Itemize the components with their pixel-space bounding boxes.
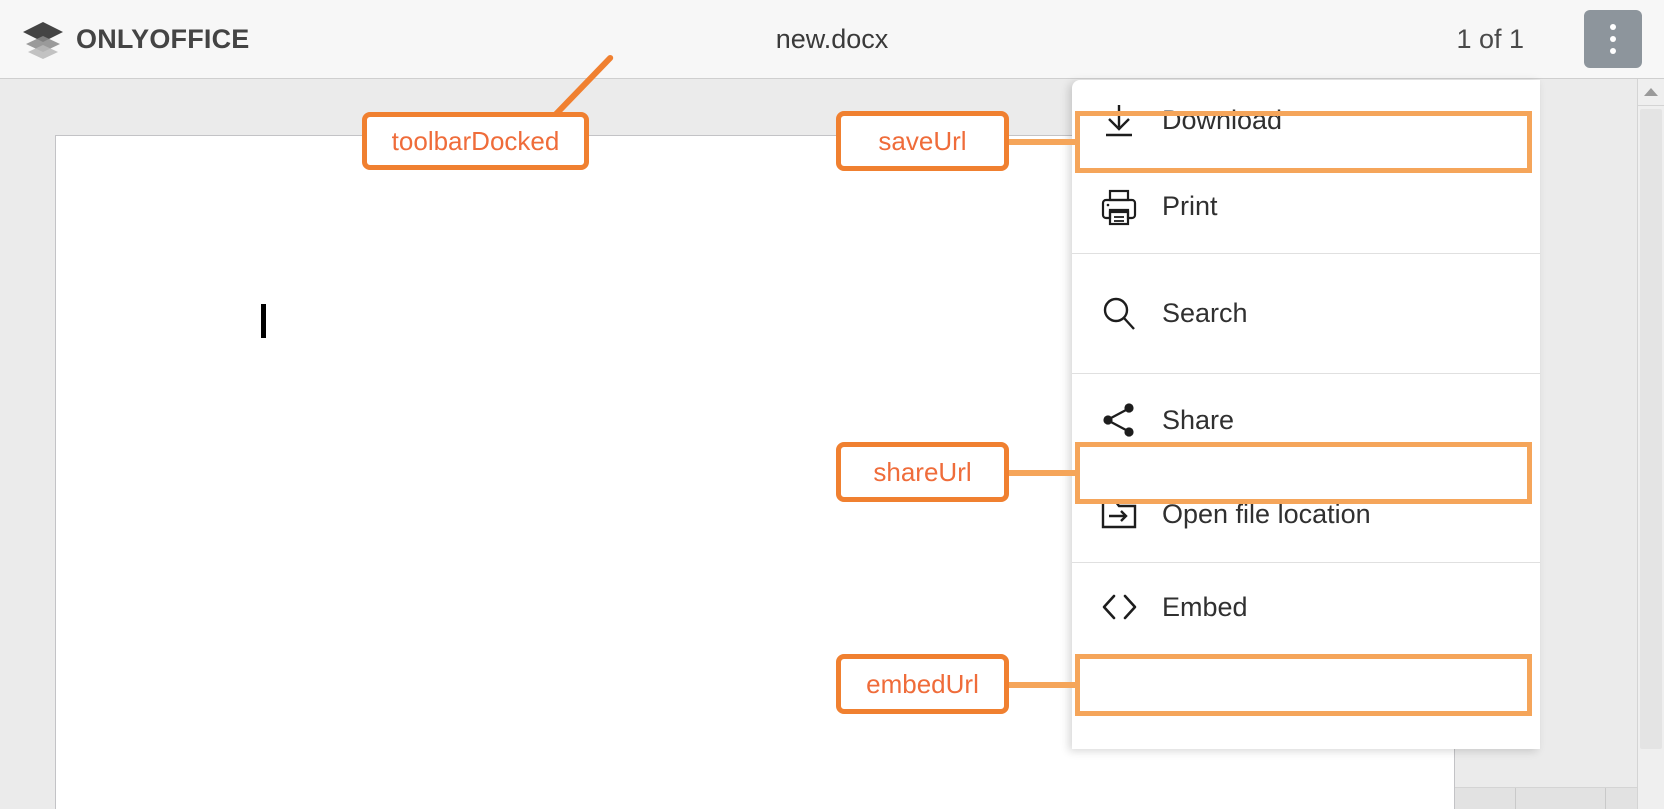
magnifier-icon xyxy=(1098,293,1150,335)
menu-item-label: Embed xyxy=(1162,591,1248,622)
brand: ONLYOFFICE xyxy=(22,0,250,79)
printer-icon xyxy=(1098,186,1150,228)
layers-icon xyxy=(22,20,64,60)
menu-item-label: Download xyxy=(1162,104,1283,135)
page-indicator: 1 of 1 xyxy=(1456,24,1524,54)
vertical-dots-icon xyxy=(1610,48,1616,54)
text-caret xyxy=(261,304,266,338)
menu-item-share[interactable]: Share xyxy=(1072,374,1540,466)
page-title: new.docx xyxy=(775,24,889,54)
folder-arrow-icon xyxy=(1098,493,1150,535)
menu-item-print[interactable]: Print xyxy=(1072,160,1540,253)
menu-item-label: Open file location xyxy=(1162,498,1371,529)
brand-name: ONLYOFFICE xyxy=(76,24,250,54)
menu-item-label: Print xyxy=(1162,191,1218,221)
vertical-dots-icon xyxy=(1610,24,1616,30)
menu-item-label: Search xyxy=(1162,298,1248,328)
scroll-up-button[interactable] xyxy=(1638,79,1664,106)
vertical-scrollbar[interactable] xyxy=(1637,79,1664,809)
scrollbar-thumb[interactable] xyxy=(1640,109,1662,749)
menu-item-download[interactable]: Download xyxy=(1072,80,1540,160)
download-icon xyxy=(1098,99,1150,141)
more-options-menu: Download Print Search Share Open file lo… xyxy=(1072,80,1540,749)
menu-item-embed[interactable]: Embed xyxy=(1072,563,1540,651)
code-brackets-icon xyxy=(1098,586,1150,628)
scrollbar-divider xyxy=(1515,788,1516,809)
vertical-dots-icon xyxy=(1610,36,1616,42)
menu-item-label: Share xyxy=(1162,404,1235,435)
scrollbar-divider xyxy=(1605,788,1606,809)
onlyoffice-document-editor: ONLYOFFICE new.docx 1 of 1 Download Prin… xyxy=(0,0,1664,809)
horizontal-scrollbar[interactable] xyxy=(1455,787,1637,809)
chevron-up-icon xyxy=(1644,88,1658,96)
app-header: ONLYOFFICE new.docx 1 of 1 xyxy=(0,0,1664,79)
menu-item-search[interactable]: Search xyxy=(1072,254,1540,373)
more-options-button[interactable] xyxy=(1584,10,1642,68)
share-nodes-icon xyxy=(1098,399,1150,441)
menu-item-open-file-location[interactable]: Open file location xyxy=(1072,466,1540,562)
